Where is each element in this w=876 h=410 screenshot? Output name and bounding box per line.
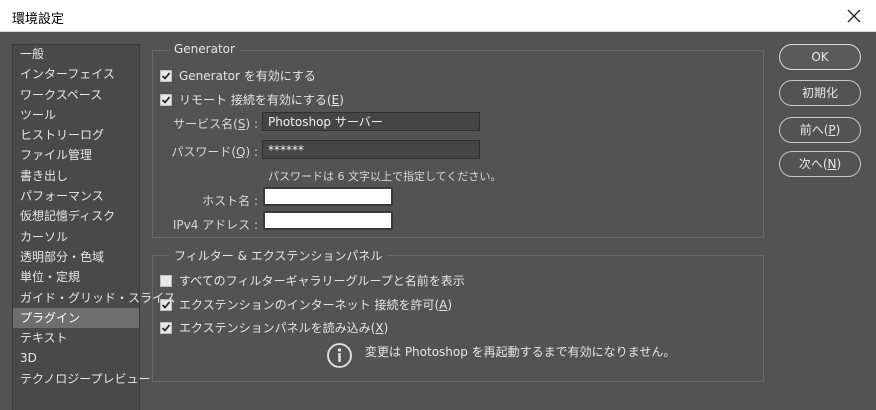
service-name-input[interactable] bbox=[262, 112, 480, 131]
sidebar-item[interactable]: ツール bbox=[13, 105, 139, 125]
ipv4-field bbox=[263, 211, 393, 230]
generator-enable-row: Generator を有効にする bbox=[160, 67, 316, 84]
allow-internet-row: エクステンションのインターネット 接続を許可(A) bbox=[160, 296, 452, 313]
generator-enable-checkbox[interactable] bbox=[160, 69, 172, 82]
password-label: パスワード(Q) : bbox=[171, 145, 258, 159]
category-list[interactable]: 一般 インターフェイス ワークスペース ツール ヒストリーログ ファイル管理 書き出し パフォ… bbox=[12, 44, 176, 410]
remote-connection-checkbox[interactable] bbox=[160, 93, 172, 106]
host-name-label: ホスト名 : bbox=[202, 194, 258, 208]
load-extensions-row: エクステンションパネルを読み込み(X) bbox=[160, 319, 388, 336]
sidebar-item[interactable]: インターフェイス bbox=[13, 64, 139, 84]
check-icon bbox=[161, 95, 171, 104]
host-name-field bbox=[263, 187, 393, 206]
show-all-filters-checkbox[interactable] bbox=[160, 274, 172, 287]
show-all-filters-label: すべてのフィルターギャラリーグループと名前を表示 bbox=[179, 274, 465, 288]
close-icon[interactable] bbox=[842, 4, 866, 28]
sidebar-item[interactable]: ガイド・グリッド・スライス bbox=[13, 288, 176, 308]
next-button[interactable]: 次へ(N) bbox=[779, 151, 861, 177]
sidebar-item[interactable]: テキスト bbox=[13, 328, 139, 348]
sidebar-item[interactable]: 仮想記憶ディスク bbox=[13, 206, 139, 226]
sidebar-item[interactable]: 3D bbox=[13, 348, 139, 368]
filters-legend: フィルター & エクステンションパネル bbox=[169, 247, 388, 264]
sidebar-item[interactable]: カーソル bbox=[13, 227, 139, 247]
password-note: パスワードは 6 文字以上で指定してください。 bbox=[268, 170, 502, 183]
remote-connection-row: リモート 接続を有効にする(E) bbox=[160, 91, 344, 108]
remote-connection-label: リモート 接続を有効にする(E) bbox=[179, 93, 344, 107]
sidebar-item[interactable]: パフォーマンス bbox=[13, 186, 139, 206]
prev-button[interactable]: 前へ(P) bbox=[779, 117, 861, 143]
sidebar-item[interactable]: 一般 bbox=[13, 44, 139, 64]
sidebar-item[interactable]: 透明部分・色域 bbox=[13, 247, 139, 267]
password-input[interactable] bbox=[262, 140, 480, 159]
show-all-filters-row: すべてのフィルターギャラリーグループと名前を表示 bbox=[160, 272, 465, 289]
service-name-label: サービス名(S) : bbox=[173, 117, 258, 131]
sidebar-item[interactable]: ファイル管理 bbox=[13, 145, 139, 165]
reset-button[interactable]: 初期化 bbox=[779, 80, 861, 106]
load-extensions-label: エクステンションパネルを読み込み(X) bbox=[179, 321, 389, 335]
check-icon bbox=[161, 323, 171, 332]
allow-internet-checkbox[interactable] bbox=[160, 298, 172, 311]
sidebar-item[interactable]: テクノロジープレビュー bbox=[13, 369, 151, 389]
check-icon bbox=[161, 71, 171, 80]
generator-enable-label: Generator を有効にする bbox=[179, 69, 316, 83]
title-bar: 環境設定 bbox=[0, 0, 876, 32]
allow-internet-label: エクステンションのインターネット 接続を許可(A) bbox=[179, 298, 453, 312]
generator-legend: Generator bbox=[169, 42, 240, 56]
window-title: 環境設定 bbox=[12, 12, 65, 27]
load-extensions-checkbox[interactable] bbox=[160, 321, 172, 334]
sidebar-item[interactable]: 単位・定規 bbox=[13, 267, 139, 287]
info-icon bbox=[327, 343, 352, 368]
sidebar-item[interactable]: ワークスペース bbox=[13, 85, 139, 105]
restart-notice: 変更は Photoshop を再起動するまで有効になりません。 bbox=[365, 345, 676, 359]
sidebar-item[interactable]: ヒストリーログ bbox=[13, 125, 139, 145]
ipv4-label: IPv4 アドレス : bbox=[172, 218, 258, 232]
sidebar-item[interactable]: 書き出し bbox=[13, 166, 139, 186]
ok-button[interactable]: OK bbox=[779, 44, 861, 70]
sidebar-item[interactable]: プラグイン bbox=[13, 307, 139, 329]
check-icon bbox=[161, 300, 171, 309]
